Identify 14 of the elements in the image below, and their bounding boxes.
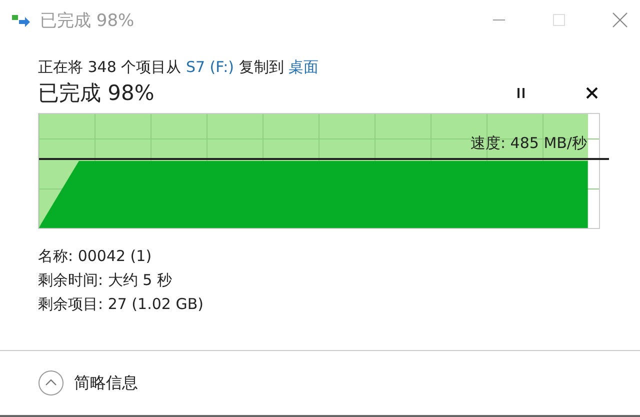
close-icon[interactable] <box>586 87 598 99</box>
chevron-icon <box>38 370 64 396</box>
progress-heading: 已完成 98% <box>38 80 154 107</box>
detail-text: 剩余项目: 27 (1.02 GB) <box>38 294 204 315</box>
source-link[interactable]: S7 (F:) <box>186 58 234 76</box>
pause-icon[interactable] <box>516 87 526 99</box>
destination-link[interactable]: 桌面 <box>288 58 319 76</box>
copy-icon <box>12 13 32 27</box>
copy-description: 正在将 348 个项目从 S7 (F:) 复制到 桌面 <box>38 58 320 77</box>
window-title: 已完成 98% <box>40 10 134 32</box>
speed-label: 速度: 485 MB/秒 <box>470 134 587 153</box>
detail-text: 剩余时间: 大约 5 秒 <box>38 270 173 291</box>
details-toggle[interactable]: 简略信息 <box>38 370 138 396</box>
detail-text: 名称: 00042 (1) <box>38 246 153 267</box>
